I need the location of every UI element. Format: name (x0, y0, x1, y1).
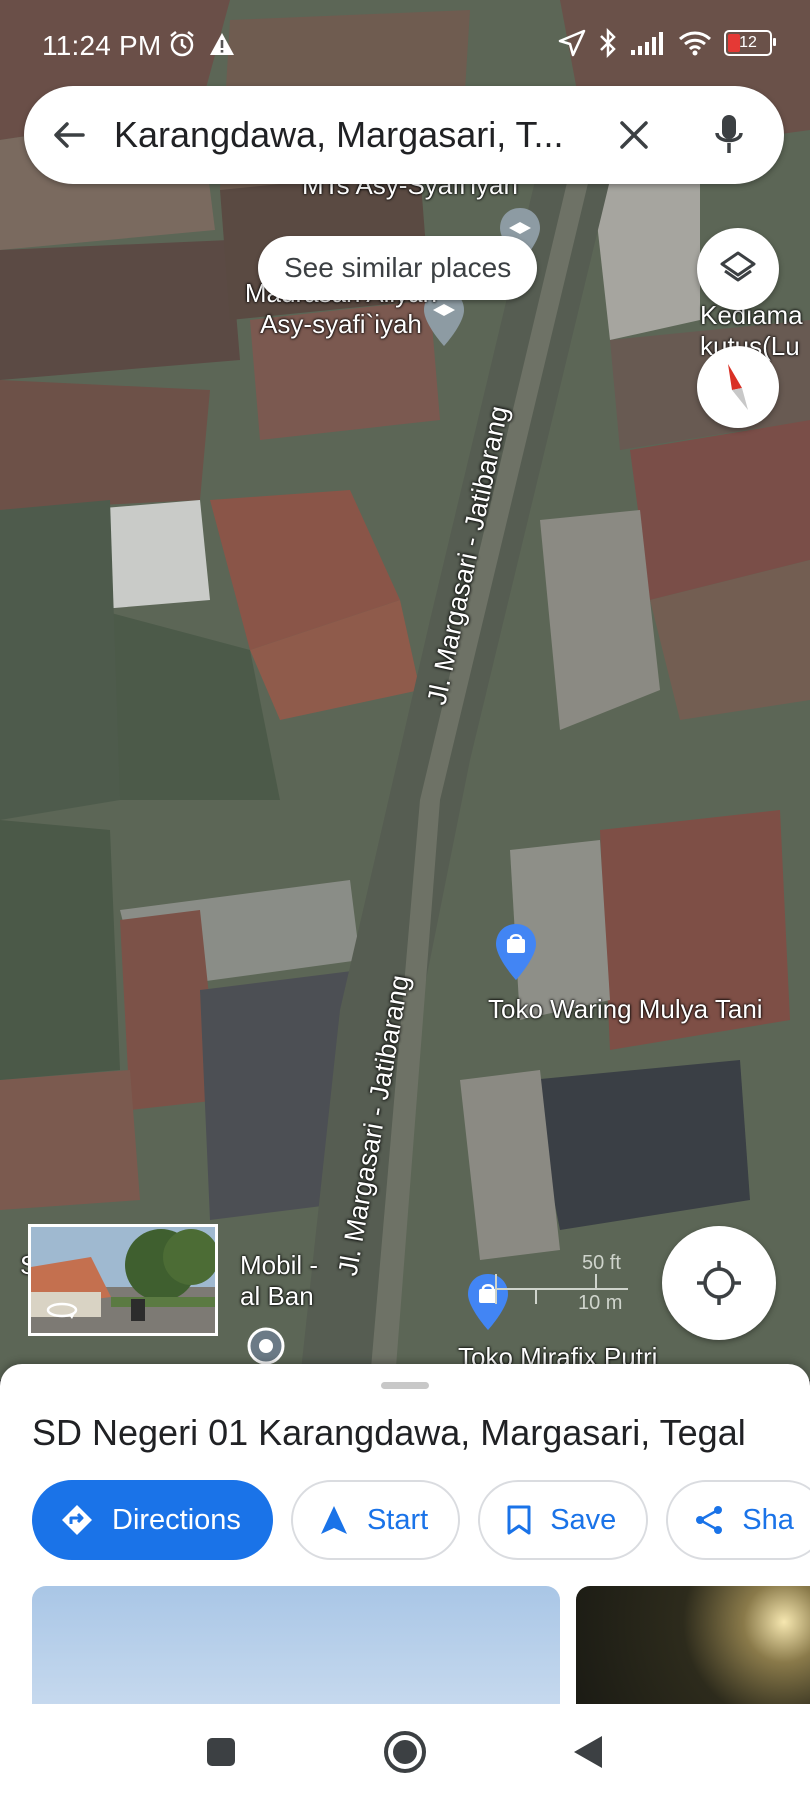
share-label: Sha (742, 1503, 794, 1536)
clear-button[interactable] (594, 86, 674, 184)
status-time: 11:24 PM (42, 30, 162, 61)
back-triangle-icon (574, 1736, 602, 1768)
place-photo[interactable] (32, 1586, 560, 1704)
home-circle-icon (384, 1731, 426, 1773)
back-arrow-icon (54, 122, 85, 148)
map-label-mobil-line1: Mobil - (240, 1250, 319, 1280)
back-button[interactable] (24, 86, 114, 184)
start-button[interactable]: Start (290, 1480, 461, 1560)
directions-icon (62, 1505, 92, 1535)
search-bar[interactable]: Karangdawa, Margasari, T... (24, 86, 784, 184)
action-buttons-row: Directions Start Save Sha (32, 1480, 810, 1560)
see-similar-places-chip[interactable]: See similar places (258, 236, 538, 300)
alarm-icon (170, 31, 194, 57)
save-button[interactable]: Save (478, 1480, 649, 1560)
wifi-icon (679, 31, 711, 56)
share-button[interactable]: Sha (666, 1480, 810, 1560)
my-location-button[interactable] (662, 1226, 776, 1340)
directions-button[interactable]: Directions (32, 1480, 273, 1560)
system-nav-bar (0, 1704, 810, 1800)
place-bottom-sheet[interactable]: SD Negeri 01 Karangdawa, Margasari, Tega… (0, 1364, 810, 1704)
layers-icon (720, 251, 756, 282)
satellite-map[interactable]: MTs Asy-Syafi'iyah Madrasah Aliyah Asy-s… (0, 0, 810, 1380)
bluetooth-icon (600, 28, 616, 58)
signal-icon (631, 32, 663, 55)
compass-icon (728, 364, 748, 410)
recents-square-icon (207, 1738, 235, 1766)
place-photo[interactable] (576, 1586, 810, 1704)
shopping-bag-pin-icon[interactable] (494, 924, 538, 980)
voice-search-button[interactable] (674, 86, 784, 184)
compass-button[interactable] (697, 346, 779, 428)
clear-icon (620, 121, 648, 149)
photo-strip (32, 1586, 810, 1704)
battery-icon: 12 (724, 30, 776, 56)
battery-level: 12 (739, 34, 757, 51)
satellite-imagery (0, 0, 810, 1380)
layers-button[interactable] (697, 228, 779, 310)
warning-icon (210, 33, 234, 55)
place-dot-icon[interactable] (246, 1326, 286, 1366)
back-nav-button[interactable] (497, 1704, 681, 1800)
start-label: Start (366, 1503, 429, 1536)
status-bar: 11:24 PM 12 (0, 0, 810, 80)
street-view-thumbnail[interactable] (28, 1224, 218, 1336)
share-icon (696, 1506, 723, 1534)
map-label-toko-waring[interactable]: Toko Waring Mulya Tani (488, 994, 763, 1025)
save-label: Save (550, 1503, 617, 1536)
navigation-arrow-icon (320, 1506, 347, 1534)
location-arrow-icon (558, 29, 586, 57)
home-button[interactable] (313, 1704, 497, 1800)
recents-button[interactable] (129, 1704, 313, 1800)
map-label-mobil[interactable]: Mobil - al Ban (240, 1250, 318, 1312)
my-location-icon (697, 1261, 741, 1305)
scale-meters: 10 m (578, 1292, 623, 1314)
sheet-drag-handle[interactable] (381, 1382, 429, 1389)
place-title[interactable]: SD Negeri 01 Karangdawa, Margasari, Tega… (32, 1412, 746, 1454)
mic-icon (715, 115, 743, 153)
map-label-mobil-line2: al Ban (240, 1281, 314, 1311)
360-rotate-icon (46, 1302, 78, 1319)
search-input[interactable]: Karangdawa, Margasari, T... (114, 114, 594, 156)
bookmark-icon (507, 1505, 531, 1535)
map-label-madrasah-line2: Asy-syafi`iyah (260, 309, 422, 339)
directions-label: Directions (112, 1503, 241, 1536)
